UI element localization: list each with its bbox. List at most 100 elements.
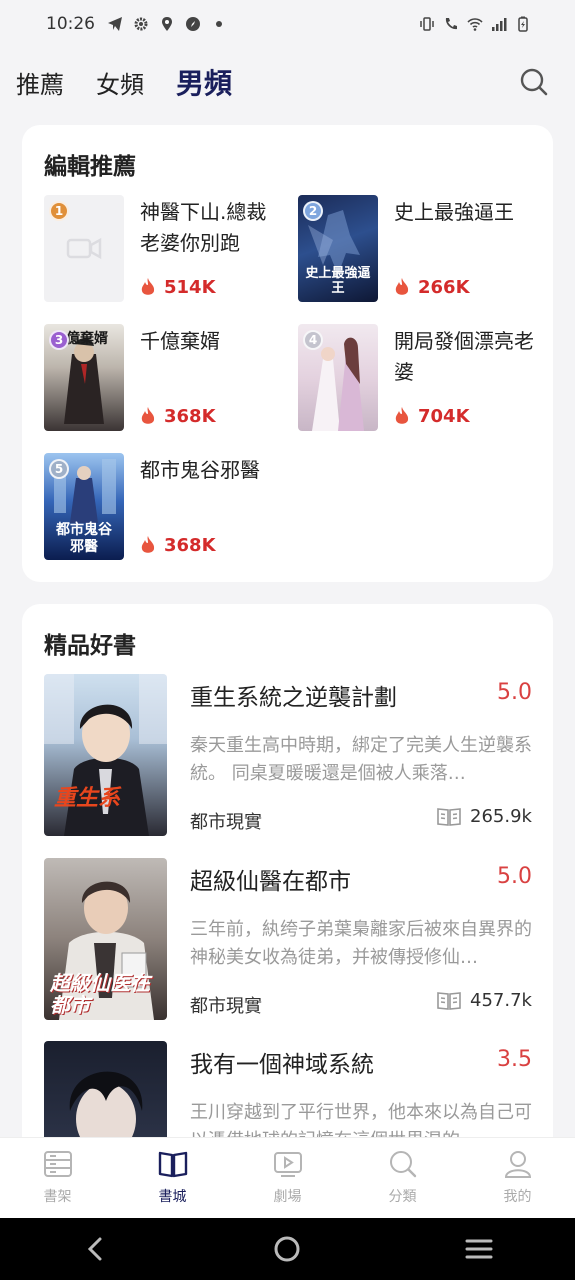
recommend-title: 都市鬼谷邪醫 [140, 458, 260, 482]
book-list-item[interactable]: 超級仙医在都市 超級仙醫在都市 5.0 三年前，紈绔子弟葉梟離家后被來自異界的神… [44, 858, 532, 1020]
user-icon [504, 1151, 531, 1178]
heat-value: 514K [164, 277, 216, 298]
nav-category[interactable]: 分類 [345, 1138, 460, 1218]
dot-icon [216, 21, 222, 27]
book-score: 5.0 [497, 680, 532, 705]
heat-value: 704K [418, 406, 470, 427]
heat-count: 704K [394, 406, 470, 427]
read-count: 265.9k [436, 806, 532, 827]
book-category: 都市現實 [190, 996, 262, 1017]
location-icon [162, 17, 172, 31]
video-play-icon [273, 1152, 302, 1177]
nav-label: 我的 [503, 1189, 532, 1205]
book-cover: 1 [44, 195, 124, 302]
read-count: 457.7k [436, 990, 532, 1011]
section-title: 精品好書 [44, 633, 136, 659]
nav-bookstore[interactable]: 書城 [115, 1138, 230, 1218]
status-time: 10:26 [46, 14, 95, 34]
recents-icon[interactable] [464, 1234, 494, 1264]
book-cover: 億棄婿 3 [44, 324, 124, 431]
system-nav-bar [0, 1218, 575, 1280]
book-score: 5.0 [497, 864, 532, 889]
recommend-item[interactable]: 1 神醫下山.總裁老婆你別跑 514K [44, 195, 284, 303]
nav-label: 分類 [388, 1189, 417, 1205]
section-title: 編輯推薦 [44, 154, 136, 180]
nav-label: 書城 [158, 1189, 187, 1205]
heat-value: 368K [164, 535, 216, 556]
heat-value: 368K [164, 406, 216, 427]
book-description: 秦天重生高中時期，綁定了完美人生逆襲系統。 同桌夏暖暖還是個被人乘落… [190, 735, 532, 784]
flame-icon [395, 277, 409, 295]
tab-recommend[interactable]: 推薦 [16, 65, 64, 100]
search-icon[interactable] [519, 67, 549, 97]
cover-text: 重生系 [54, 786, 121, 811]
top-tabs: 推薦 女頻 男頻 [0, 55, 575, 109]
vibrate-icon [420, 17, 434, 31]
cover-text: 都市鬼谷邪醫 [56, 522, 112, 555]
rank-badge: 4 [303, 330, 323, 350]
nav-profile[interactable]: 我的 [460, 1138, 575, 1218]
book-title: 我有一個神域系統 [190, 1052, 374, 1078]
nav-bookshelf[interactable]: 書架 [0, 1138, 115, 1218]
home-icon[interactable] [272, 1234, 302, 1264]
nav-theater[interactable]: 劇場 [230, 1138, 345, 1218]
heat-count: 368K [140, 406, 216, 427]
nav-label: 書架 [43, 1189, 72, 1205]
rank-badge: 1 [49, 201, 69, 221]
heat-count: 514K [140, 277, 216, 298]
tab-female[interactable]: 女頻 [96, 65, 144, 100]
recommend-title: 千億棄婿 [140, 329, 220, 353]
book-open-icon [437, 807, 461, 826]
recommend-item[interactable]: 史上最強逼王 2 史上最強逼王 266K [298, 195, 538, 303]
book-cover: 超級仙医在都市 [44, 858, 167, 1020]
rank-badge: 2 [303, 201, 323, 221]
gear-icon [134, 17, 148, 31]
editor-recommend-card: 編輯推薦 1 神醫下山.總裁老婆你別跑 514K 史上最強逼王 2 史上最強逼王… [22, 125, 553, 582]
cover-text: 史上最強逼王 [305, 266, 371, 296]
recommend-title: 開局發個漂亮老婆 [394, 329, 534, 384]
recommend-item[interactable]: 億棄婿 3 千億棄婿 368K [44, 324, 284, 432]
flame-icon [141, 535, 155, 553]
battery-icon [518, 16, 528, 32]
flame-icon [395, 406, 409, 424]
back-icon[interactable] [81, 1234, 111, 1264]
tab-male[interactable]: 男頻 [176, 62, 232, 102]
book-list-item[interactable]: 重生系 重生系統之逆襲計劃 5.0 秦天重生高中時期，綁定了完美人生逆襲系統。 … [44, 674, 532, 836]
recommend-item[interactable]: 都市鬼谷邪醫 5 都市鬼谷邪醫 368K [44, 453, 284, 561]
book-score: 3.5 [497, 1047, 532, 1072]
wifi-call-icon [445, 18, 457, 30]
book-cover: 都市鬼谷邪醫 5 [44, 453, 124, 560]
read-count-value: 265.9k [470, 806, 532, 827]
nav-label: 劇場 [273, 1189, 302, 1205]
book-open-icon [437, 991, 461, 1010]
rank-badge: 5 [49, 459, 69, 479]
compass-icon [186, 17, 200, 31]
recommend-item[interactable]: 4 開局發個漂亮老婆 704K [298, 324, 538, 432]
cover-text: 超級仙医在都市 [50, 971, 150, 1017]
wifi-icon [467, 18, 483, 31]
open-book-icon [158, 1151, 187, 1178]
heat-value: 266K [418, 277, 470, 298]
book-title: 重生系統之逆襲計劃 [190, 685, 397, 711]
signal-icon [492, 18, 507, 31]
search-icon [389, 1151, 416, 1178]
book-title: 超級仙醫在都市 [190, 869, 351, 895]
status-bar: 10:26 [0, 0, 575, 48]
cover-text: 億棄婿 [66, 331, 108, 347]
rank-badge: 3 [49, 330, 69, 350]
bottom-nav: 書架 書城 劇場 分類 我的 [0, 1138, 575, 1218]
book-cover: 史上最強逼王 2 [298, 195, 378, 302]
book-category: 都市現實 [190, 812, 262, 833]
telegram-icon [108, 17, 122, 31]
read-count-value: 457.7k [470, 990, 532, 1011]
heat-count: 368K [140, 535, 216, 556]
flame-icon [141, 406, 155, 424]
premium-books-card: 精品好書 重生系 重生系統之逆襲計劃 5.0 秦天重生高中時期，綁定了完美人生逆… [22, 604, 553, 1164]
heat-count: 266K [394, 277, 470, 298]
recommend-title: 神醫下山.總裁老婆你別跑 [140, 200, 267, 255]
book-description: 三年前，紈绔子弟葉梟離家后被來自異界的神秘美女收為徒弟，并被傳授修仙… [190, 919, 532, 968]
flame-icon [141, 277, 155, 295]
book-cover: 4 [298, 324, 378, 431]
bookshelf-icon [43, 1151, 72, 1177]
book-cover: 重生系 [44, 674, 167, 836]
